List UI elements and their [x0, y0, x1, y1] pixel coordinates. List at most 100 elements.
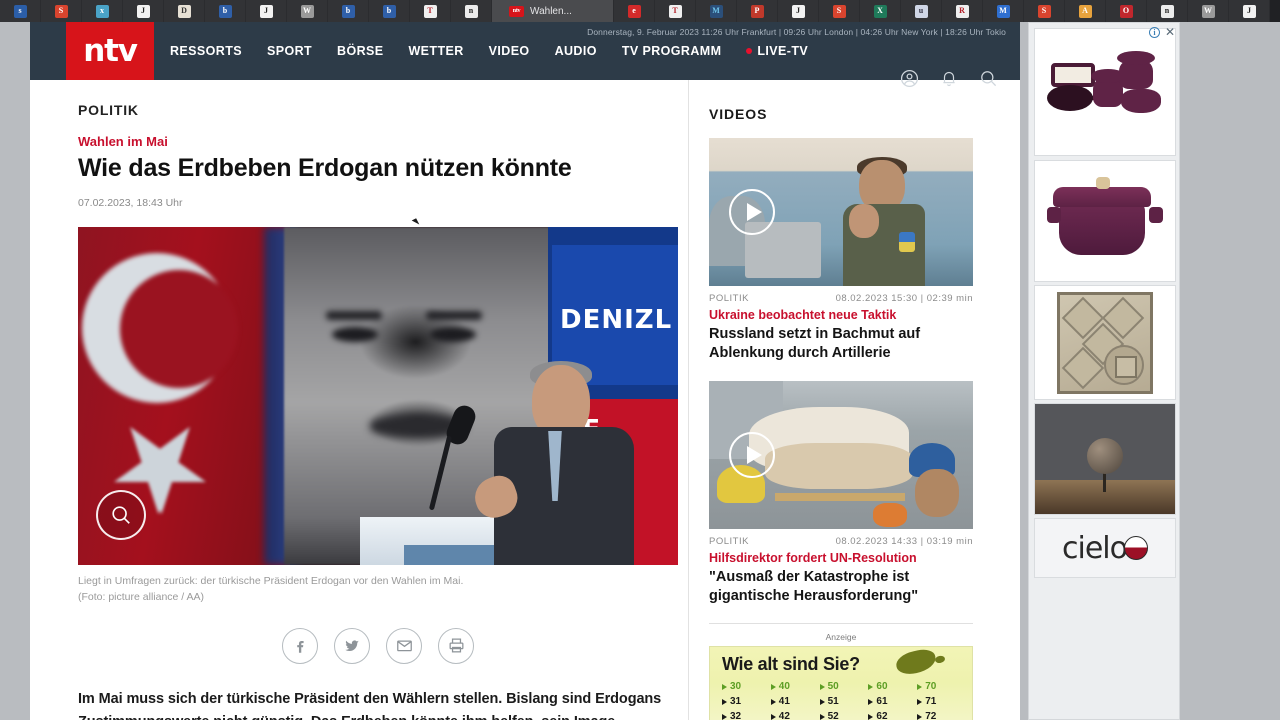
facebook-icon[interactable]: [282, 627, 318, 664]
browser-tab[interactable]: R: [942, 0, 983, 22]
browser-tab[interactable]: x: [82, 0, 123, 22]
browser-tab[interactable]: X: [860, 0, 901, 22]
page-title: Wie das Erdbeben Erdogan nützen könnte: [78, 154, 572, 182]
video-thumbnail[interactable]: [709, 380, 973, 529]
age-option[interactable]: 32: [722, 709, 769, 720]
browser-tab[interactable]: D: [164, 0, 205, 22]
browser-tab[interactable]: b: [328, 0, 369, 22]
age-quiz-ad[interactable]: Wie alt sind Sie? 30 40 50 60 70 31 41 5…: [709, 646, 973, 720]
image-credit: (Foto: picture alliance / AA): [78, 590, 205, 603]
article-column: POLITIK Wahlen im Mai Wie das Erdbeben E…: [30, 80, 688, 720]
browser-tab[interactable]: M: [983, 0, 1024, 22]
twitter-icon[interactable]: [334, 627, 370, 664]
age-option[interactable]: 31: [722, 694, 769, 709]
browser-tab[interactable]: T: [410, 0, 451, 22]
age-option[interactable]: 70: [917, 679, 964, 694]
browser-tab[interactable]: P: [737, 0, 778, 22]
browser-tab[interactable]: J: [123, 0, 164, 22]
print-icon[interactable]: [438, 627, 474, 664]
video-card[interactable]: POLITIK 08.02.2023 14:33 | 03:19 min Hil…: [709, 380, 996, 606]
browser-tab[interactable]: W: [287, 0, 328, 22]
play-icon[interactable]: [729, 431, 775, 478]
nav-item-ressorts[interactable]: RESSORTS: [170, 44, 242, 58]
browser-tab[interactable]: J: [778, 0, 819, 22]
browser-tab[interactable]: J: [246, 0, 287, 22]
browser-tab[interactable]: s: [0, 0, 41, 22]
cielo-logo-text: cielo: [1062, 530, 1128, 566]
nav-item-video[interactable]: VIDEO: [489, 44, 530, 58]
wine-glass-icon: [1123, 536, 1148, 560]
play-icon[interactable]: [729, 189, 775, 235]
nav-item-audio[interactable]: AUDIO: [555, 44, 597, 58]
nav-item-wetter[interactable]: WETTER: [408, 44, 463, 58]
browser-tab[interactable]: O: [1106, 0, 1147, 22]
browser-tab[interactable]: S: [1024, 0, 1065, 22]
cielo-brand-ad[interactable]: cielo: [1034, 518, 1176, 578]
browser-tab[interactable]: e: [614, 0, 655, 22]
browser-tab[interactable]: S: [819, 0, 860, 22]
age-option[interactable]: 71: [917, 694, 964, 709]
tab-favicon: b: [218, 4, 232, 18]
ntv-logo[interactable]: ntv: [66, 22, 154, 80]
wall-art-ad[interactable]: [1034, 285, 1176, 400]
nav-item-sport[interactable]: SPORT: [267, 44, 312, 58]
speaker-figure: [469, 361, 660, 565]
video-thumbnail[interactable]: [709, 138, 973, 286]
age-option[interactable]: 60: [868, 679, 915, 694]
video-kicker: Ukraine beobachtet neue Taktik: [709, 308, 897, 322]
browser-tab-active[interactable]: ntv Wahlen...: [492, 0, 614, 22]
browser-tab[interactable]: n: [1147, 0, 1188, 22]
tab-favicon: J: [1242, 4, 1256, 18]
nav-item-boerse[interactable]: BÖRSE: [337, 44, 383, 58]
main-navigation[interactable]: RESSORTS SPORT BÖRSE WETTER VIDEO AUDIO …: [170, 44, 808, 58]
article-hero-image[interactable]: DENIZL GE MA: [78, 227, 678, 565]
browser-tab-strip[interactable]: s S x J D b J W b b T n ntv Wahlen... e …: [0, 0, 1280, 22]
dutch-oven-ad[interactable]: [1034, 160, 1176, 282]
video-kicker: Hilfsdirektor fordert UN-Resolution: [709, 550, 917, 565]
world-clock-line: Donnerstag, 9. Februar 2023 11:26 Uhr Fr…: [587, 27, 1006, 37]
cookware-set-ad[interactable]: [1034, 28, 1176, 156]
sphere-decor-ad[interactable]: [1034, 403, 1176, 515]
video-headline[interactable]: "Ausmaß der Katastrophe ist gigantische …: [709, 568, 973, 606]
browser-tab[interactable]: M: [696, 0, 737, 22]
age-option[interactable]: 51: [819, 694, 867, 709]
ad-close-icon[interactable]: ✕: [1165, 26, 1175, 38]
tab-favicon: s: [13, 4, 27, 18]
age-option[interactable]: 41: [770, 694, 818, 709]
tab-favicon: W: [300, 4, 314, 18]
browser-tab[interactable]: T: [655, 0, 696, 22]
age-option-grid[interactable]: 30 40 50 60 70 31 41 51 61 71 32 42 52 6…: [722, 679, 964, 720]
browser-tab[interactable]: S: [41, 0, 82, 22]
browser-tab[interactable]: b: [369, 0, 410, 22]
nav-item-live-tv[interactable]: LIVE-TV: [746, 44, 808, 58]
nav-item-tv-programm[interactable]: TV PROGRAMM: [622, 44, 722, 58]
age-option[interactable]: 50: [819, 679, 867, 694]
browser-tab[interactable]: W: [1188, 0, 1229, 22]
image-zoom-icon[interactable]: [96, 490, 146, 540]
video-headline[interactable]: Russland setzt in Bachmut auf Ablenkung …: [709, 325, 973, 363]
video-meta: POLITIK 08.02.2023 15:30 | 02:39 min: [709, 293, 973, 304]
browser-tab[interactable]: J: [1229, 0, 1270, 22]
browser-tab[interactable]: n: [451, 0, 492, 22]
age-option[interactable]: 30: [722, 679, 769, 694]
tab-favicon: x: [95, 4, 109, 18]
age-option[interactable]: 40: [770, 679, 818, 694]
age-option[interactable]: 52: [819, 709, 867, 720]
age-option[interactable]: 62: [868, 709, 915, 720]
tab-favicon: S: [54, 4, 68, 18]
ad-controls[interactable]: i ✕: [1148, 26, 1175, 38]
cookware-illustration: [1035, 29, 1175, 155]
share-bar[interactable]: [78, 627, 678, 664]
browser-tab[interactable]: u: [901, 0, 942, 22]
video-section: POLITIK: [709, 535, 749, 547]
browser-tab[interactable]: A: [1065, 0, 1106, 22]
age-option[interactable]: 61: [868, 694, 915, 709]
email-icon[interactable]: [386, 627, 422, 664]
browser-tab[interactable]: b: [205, 0, 246, 22]
age-option[interactable]: 42: [770, 709, 818, 720]
ad-info-icon[interactable]: i: [1148, 26, 1160, 38]
video-card[interactable]: POLITIK 08.02.2023 15:30 | 02:39 min Ukr…: [709, 138, 996, 363]
age-option[interactable]: 72: [917, 709, 964, 720]
tab-favicon: M: [709, 4, 723, 18]
sphere-illustration: [1035, 404, 1175, 514]
